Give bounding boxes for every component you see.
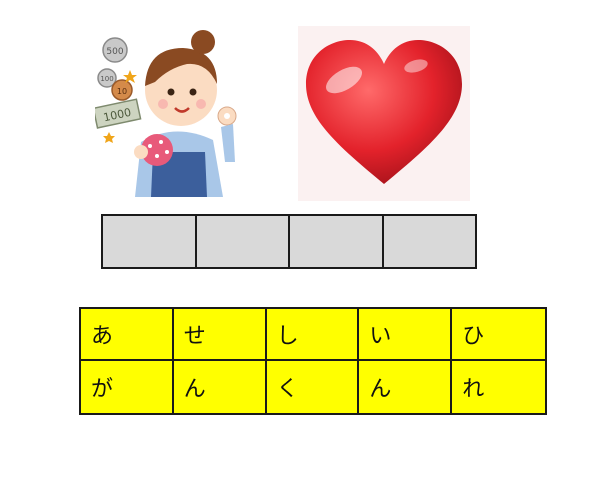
answer-slots [101,214,477,269]
answer-slot-1[interactable] [103,216,197,267]
kana-tile[interactable]: ん [173,361,267,413]
kana-tile[interactable]: あ [81,309,174,361]
heart-icon [298,26,470,201]
svg-text:10: 10 [117,87,127,96]
kana-tile[interactable]: ひ [452,309,545,361]
answer-slot-4[interactable] [383,216,475,267]
kana-tile[interactable]: れ [452,361,545,413]
kana-tile[interactable]: せ [173,309,267,361]
money-icon: 500 100 10 1000 [92,37,142,143]
answer-slot-3[interactable] [290,216,384,267]
kana-tile[interactable]: い [359,309,453,361]
svg-text:100: 100 [100,75,113,83]
kana-tile[interactable]: が [81,361,174,413]
kana-grid: あ せ し い ひ が ん く ん れ [79,307,547,415]
kana-tile[interactable]: し [266,309,360,361]
woman-with-money-icon: 500 100 10 1000 [92,12,255,197]
kana-tile[interactable]: ん [359,361,453,413]
svg-text:500: 500 [106,47,123,57]
kana-tile[interactable]: く [266,361,360,413]
answer-slot-2[interactable] [196,216,290,267]
